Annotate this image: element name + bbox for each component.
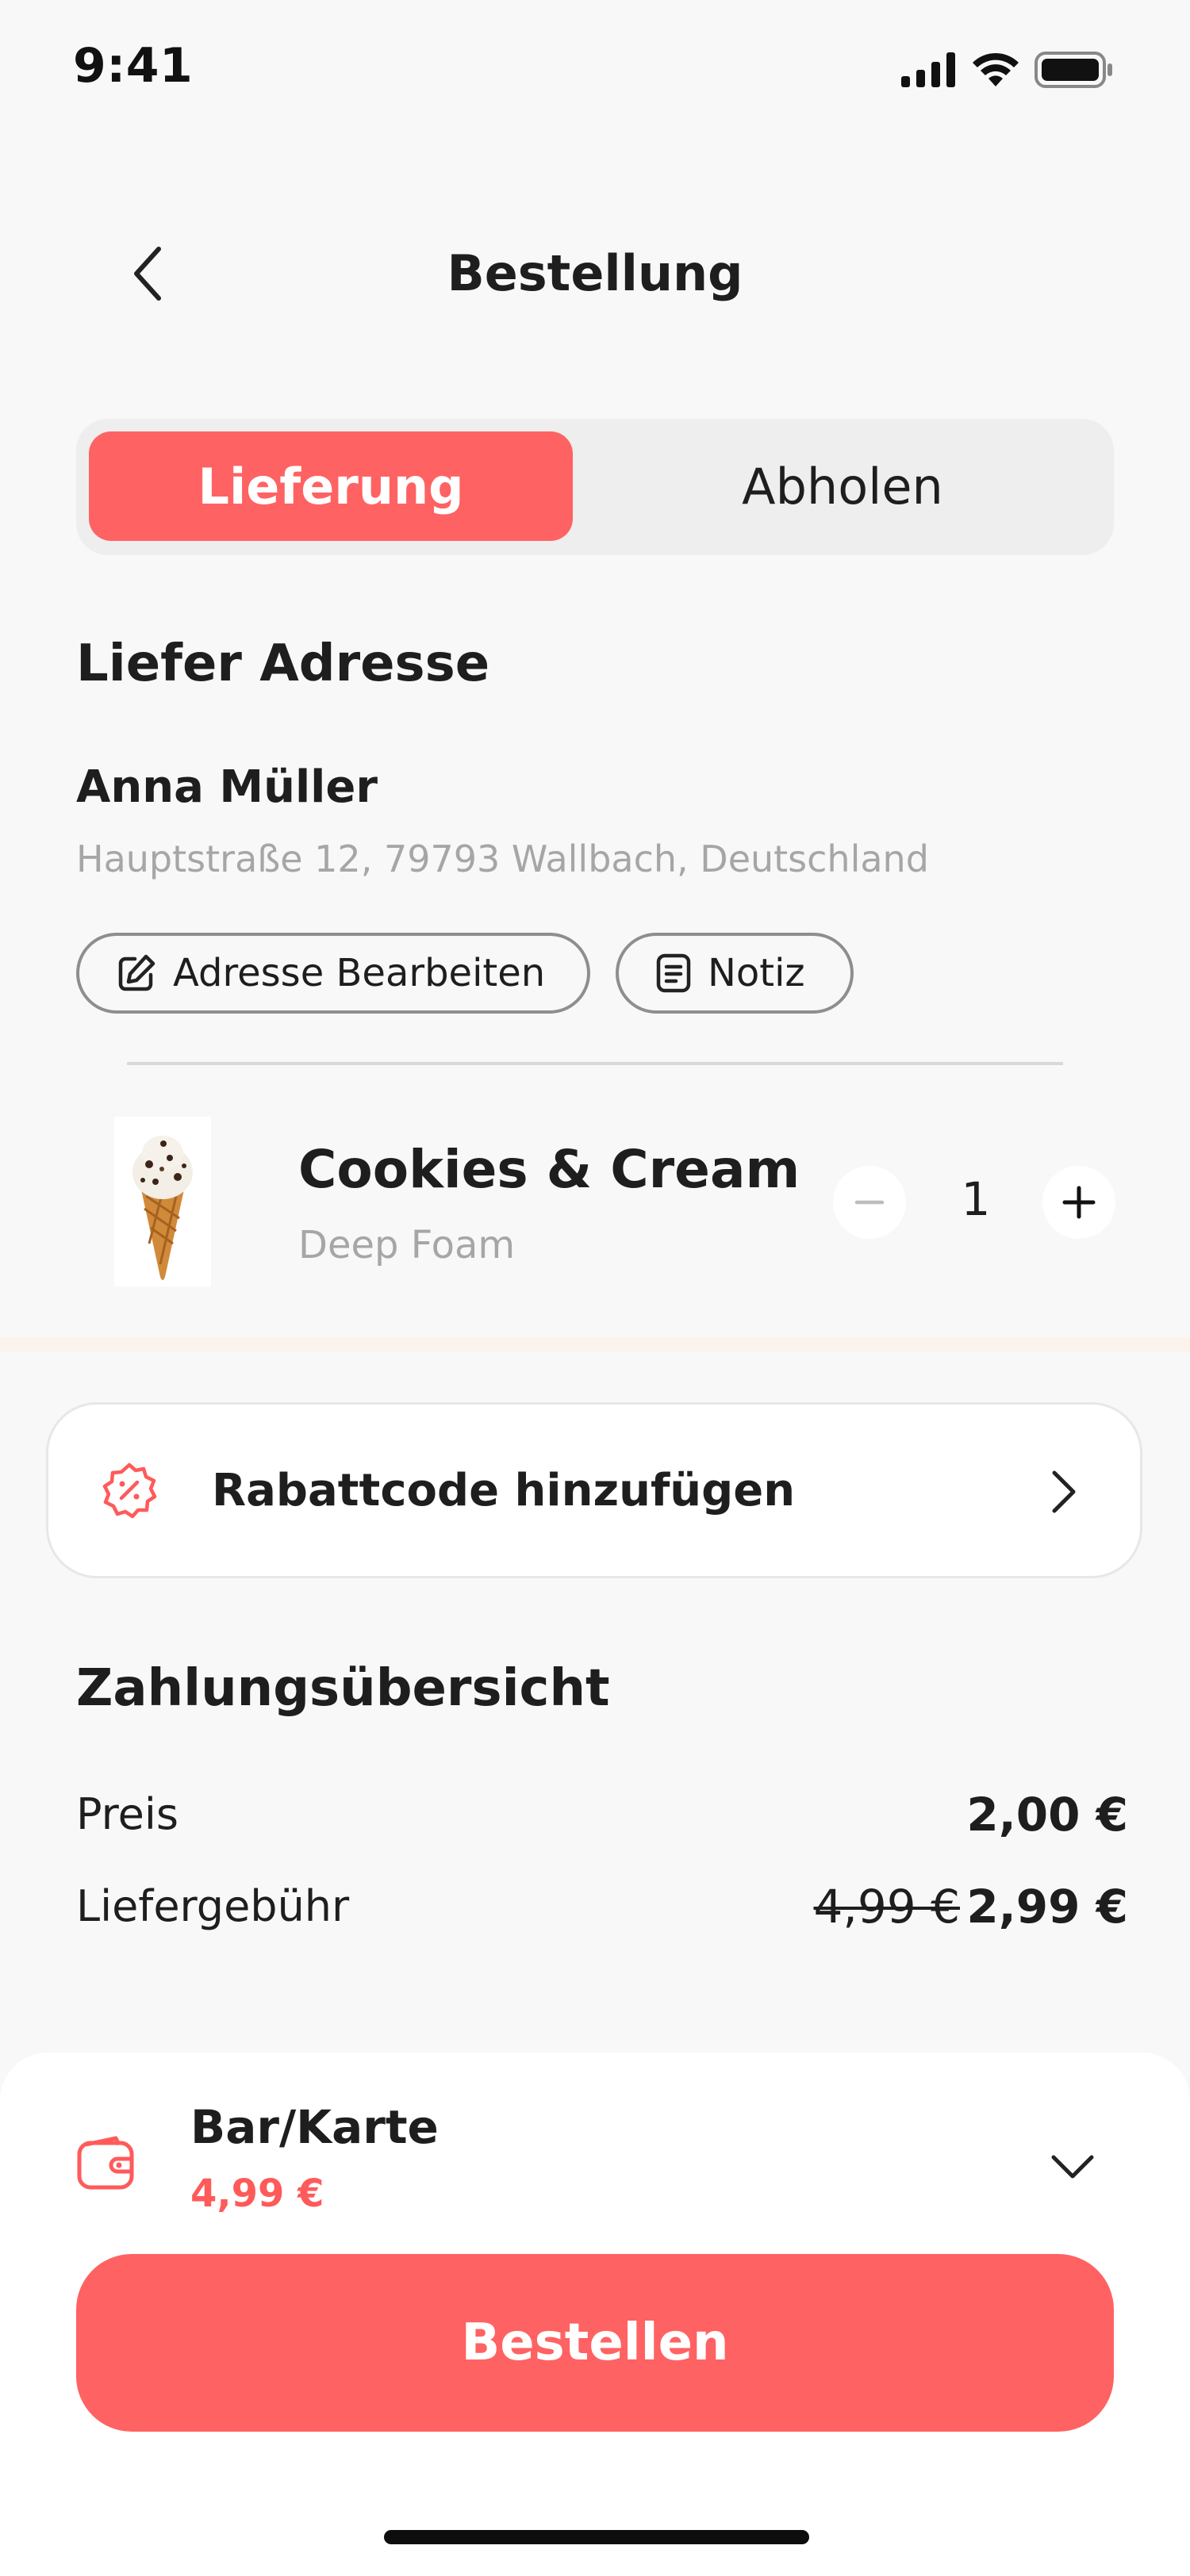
address-section-title: Liefer Adresse	[76, 634, 490, 693]
plus-icon	[1062, 1186, 1096, 1219]
edit-address-button[interactable]: Adresse Bearbeiten	[76, 933, 590, 1014]
chevron-right-icon	[1052, 1470, 1076, 1513]
wifi-icon	[973, 52, 1019, 86]
edit-icon	[118, 954, 155, 991]
product-name: Cookies & Cream	[298, 1139, 800, 1200]
price-label: Preis	[76, 1789, 178, 1839]
status-time: 9:41	[73, 38, 194, 94]
product-subtitle: Deep Foam	[298, 1223, 516, 1267]
checkout-sheet: Bar/Karte 4,99 € Bestellen	[0, 2053, 1190, 2576]
delivery-fee-value: 2,99 €	[966, 1880, 1128, 1934]
delivery-mode-toggle: Lieferung Abholen	[76, 419, 1114, 555]
address-line: Hauptstraße 12, 79793 Wallbach, Deutschl…	[76, 838, 929, 880]
discount-icon	[102, 1462, 157, 1519]
increase-quantity-button[interactable]	[1042, 1166, 1115, 1239]
chevron-down-icon[interactable]	[1049, 2151, 1096, 2183]
promo-code-row[interactable]: Rabattcode hinzufügen	[46, 1402, 1142, 1578]
payment-total: 4,99 €	[190, 2172, 324, 2216]
promo-code-label: Rabattcode hinzufügen	[212, 1465, 796, 1516]
page-title: Bestellung	[447, 244, 743, 302]
tab-abholen[interactable]: Abholen	[584, 431, 1101, 541]
cellular-icon	[901, 52, 955, 87]
quantity-value: 1	[961, 1172, 991, 1226]
decrease-quantity-button[interactable]	[833, 1166, 906, 1239]
note-icon	[656, 953, 691, 993]
note-label: Notiz	[708, 951, 805, 995]
wallet-icon	[77, 2136, 134, 2190]
tab-lieferung[interactable]: Lieferung	[89, 431, 573, 541]
home-indicator	[384, 2530, 809, 2544]
price-value: 2,00 €	[966, 1788, 1128, 1842]
payment-summary-title: Zahlungsübersicht	[76, 1659, 610, 1718]
recipient-name: Anna Müller	[76, 761, 378, 813]
order-button[interactable]: Bestellen	[76, 2254, 1114, 2432]
product-image	[114, 1117, 211, 1286]
battery-icon	[1035, 52, 1112, 88]
payment-method-label[interactable]: Bar/Karte	[190, 2100, 439, 2154]
ice-cream-cone-icon	[132, 1136, 193, 1280]
section-separator	[0, 1337, 1190, 1351]
edit-address-label: Adresse Bearbeiten	[173, 951, 546, 995]
divider	[127, 1062, 1063, 1065]
note-button[interactable]: Notiz	[616, 933, 854, 1014]
delivery-fee-label: Liefergebühr	[76, 1881, 350, 1931]
minus-icon	[854, 1200, 885, 1205]
delivery-fee-original: 4,99 €	[813, 1880, 960, 1934]
status-icons	[901, 48, 1114, 92]
